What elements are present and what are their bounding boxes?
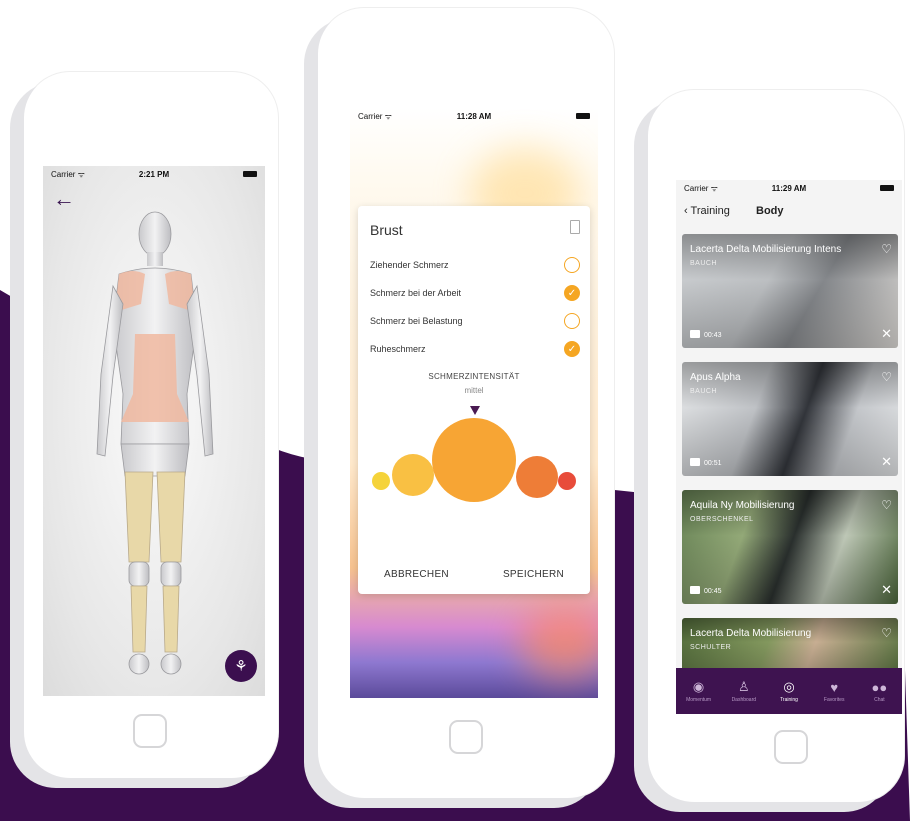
carrier-label: Carrier ᯤ	[51, 169, 85, 179]
status-time: 2:21 PM	[138, 169, 170, 179]
tab-label: Momentum	[686, 697, 712, 703]
video-camera-icon	[690, 330, 700, 338]
tab-chat[interactable]: ●● Chat	[857, 668, 902, 714]
phone-pain-detail: Carrier ᯤ 11:28 AM Brust Ziehender Schme…	[318, 8, 614, 798]
checkbox-circle-icon[interactable]	[564, 313, 580, 329]
heart-icon[interactable]: ♡	[881, 242, 892, 256]
tab-momentum[interactable]: ◉ Momentum	[676, 668, 721, 714]
figure-icon: ♙	[737, 679, 750, 694]
pain-option-label: Schmerz bei Belastung	[370, 316, 463, 326]
tab-label: Chat	[874, 696, 885, 703]
video-title: Lacerta Delta Mobilisierung Intens	[690, 244, 842, 255]
pain-option-label: Ziehender Schmerz	[370, 260, 449, 270]
video-title: Apus Alpha	[690, 372, 741, 383]
battery-icon	[243, 171, 258, 177]
home-button	[449, 720, 483, 754]
page-title: Body	[756, 205, 784, 217]
video-title: Aquila Ny Mobilisierung	[690, 500, 795, 511]
tab-label: Dashboard	[731, 697, 757, 703]
nav-bar: ‹ Training Body	[676, 196, 902, 226]
tab-favorites[interactable]: ♥ Favorites	[812, 668, 857, 714]
trash-icon[interactable]	[570, 220, 580, 234]
cancel-button[interactable]: ABBRECHEN	[384, 569, 449, 580]
pain-option[interactable]: Schmerz bei der Arbeit ✓	[370, 282, 580, 304]
training-list-screen: Carrier ᯤ 11:29 AM ‹ Training Body Lacer…	[676, 180, 902, 714]
target-icon: ◉	[692, 679, 705, 694]
intensity-title: SCHMERZINTENSITÄT	[428, 372, 520, 381]
video-camera-icon	[690, 458, 700, 466]
tab-label: Favorites	[823, 696, 845, 703]
carrier-label: Carrier ᯤ	[358, 111, 392, 121]
heart-icon[interactable]: ♡	[881, 498, 892, 512]
close-icon[interactable]: ✕	[881, 326, 892, 342]
intensity-value: mittel	[464, 386, 484, 395]
pain-card: Brust Ziehender Schmerz Schmerz bei der …	[358, 206, 590, 594]
video-card[interactable]: Apus Alpha BAUCH ♡ 00:51 ✕	[682, 362, 898, 476]
body-pose-icon[interactable]: ⚘	[225, 650, 257, 682]
status-time: 11:29 AM	[771, 183, 807, 193]
status-bar: Carrier ᯤ 11:29 AM	[676, 180, 902, 196]
status-time: 11:28 AM	[456, 111, 492, 121]
heart-icon[interactable]: ♡	[881, 626, 892, 640]
arrow-left-icon[interactable]: ←	[53, 186, 75, 212]
close-icon[interactable]: ✕	[881, 582, 892, 598]
heart-icon[interactable]: ♡	[881, 370, 892, 384]
tab-label: Training	[780, 697, 798, 703]
chat-icon: ●●	[871, 679, 888, 695]
status-bar: Carrier ᯤ 11:28 AM	[350, 108, 598, 124]
home-button	[774, 730, 808, 764]
pain-option[interactable]: Ruheschmerz ✓	[370, 338, 580, 360]
video-card[interactable]: Aquila Ny Mobilisierung OBERSCHENKEL ♡ 0…	[682, 490, 898, 604]
body-part-title: Brust	[370, 222, 403, 238]
back-label: Training	[690, 205, 730, 217]
save-button[interactable]: SPEICHERN	[503, 569, 564, 580]
pain-option-label: Ruheschmerz	[370, 344, 426, 354]
checkmark-icon[interactable]: ✓	[564, 285, 580, 301]
battery-icon	[575, 113, 590, 119]
tab-dashboard[interactable]: ♙ Dashboard	[721, 668, 766, 714]
intensity-level-4[interactable]	[516, 456, 558, 498]
battery-icon	[880, 185, 894, 191]
video-duration: 00:43	[704, 332, 722, 339]
close-icon[interactable]: ✕	[881, 454, 892, 470]
video-camera-icon	[690, 586, 700, 594]
video-subtitle: SCHULTER	[690, 644, 732, 651]
video-subtitle: BAUCH	[690, 260, 718, 267]
video-card[interactable]: Lacerta Delta Mobilisierung Intens BAUCH…	[682, 234, 898, 348]
body-figure	[96, 211, 214, 675]
checkbox-circle-icon[interactable]	[564, 257, 580, 273]
video-subtitle: OBERSCHENKEL	[690, 516, 754, 523]
tab-training[interactable]: ◎ Training	[766, 668, 811, 714]
body-map-screen: Carrier ᯤ 2:21 PM ← ⚘	[43, 166, 265, 696]
video-duration: 00:51	[704, 460, 722, 467]
pain-detail-screen: Carrier ᯤ 11:28 AM Brust Ziehender Schme…	[350, 108, 598, 698]
pain-option[interactable]: Ziehender Schmerz	[370, 254, 580, 276]
video-subtitle: BAUCH	[690, 388, 718, 395]
phone-training-list: Carrier ᯤ 11:29 AM ‹ Training Body Lacer…	[648, 90, 904, 802]
pain-option[interactable]: Schmerz bei Belastung	[370, 310, 580, 332]
intensity-level-3[interactable]	[432, 418, 516, 502]
phone-body-map: Carrier ᯤ 2:21 PM ← ⚘	[24, 72, 278, 778]
home-button	[133, 714, 167, 748]
pain-option-label: Schmerz bei der Arbeit	[370, 288, 462, 298]
status-bar: Carrier ᯤ 2:21 PM	[43, 166, 265, 182]
intensity-level-2[interactable]	[392, 454, 434, 496]
training-icon: ◎	[783, 679, 795, 694]
intensity-pointer-icon	[470, 406, 480, 415]
intensity-level-5[interactable]	[558, 472, 576, 490]
tab-bar: ◉ Momentum ♙ Dashboard ◎ Training ♥ Favo…	[676, 668, 902, 714]
card-actions: ABBRECHEN SPEICHERN	[358, 569, 590, 580]
intensity-level-1[interactable]	[372, 472, 390, 490]
checkmark-icon[interactable]: ✓	[564, 341, 580, 357]
heart-icon: ♥	[830, 679, 839, 695]
video-title: Lacerta Delta Mobilisierung	[690, 628, 812, 639]
carrier-label: Carrier ᯤ	[684, 183, 718, 193]
video-duration: 00:45	[704, 588, 722, 595]
back-button[interactable]: ‹ Training	[676, 205, 756, 217]
